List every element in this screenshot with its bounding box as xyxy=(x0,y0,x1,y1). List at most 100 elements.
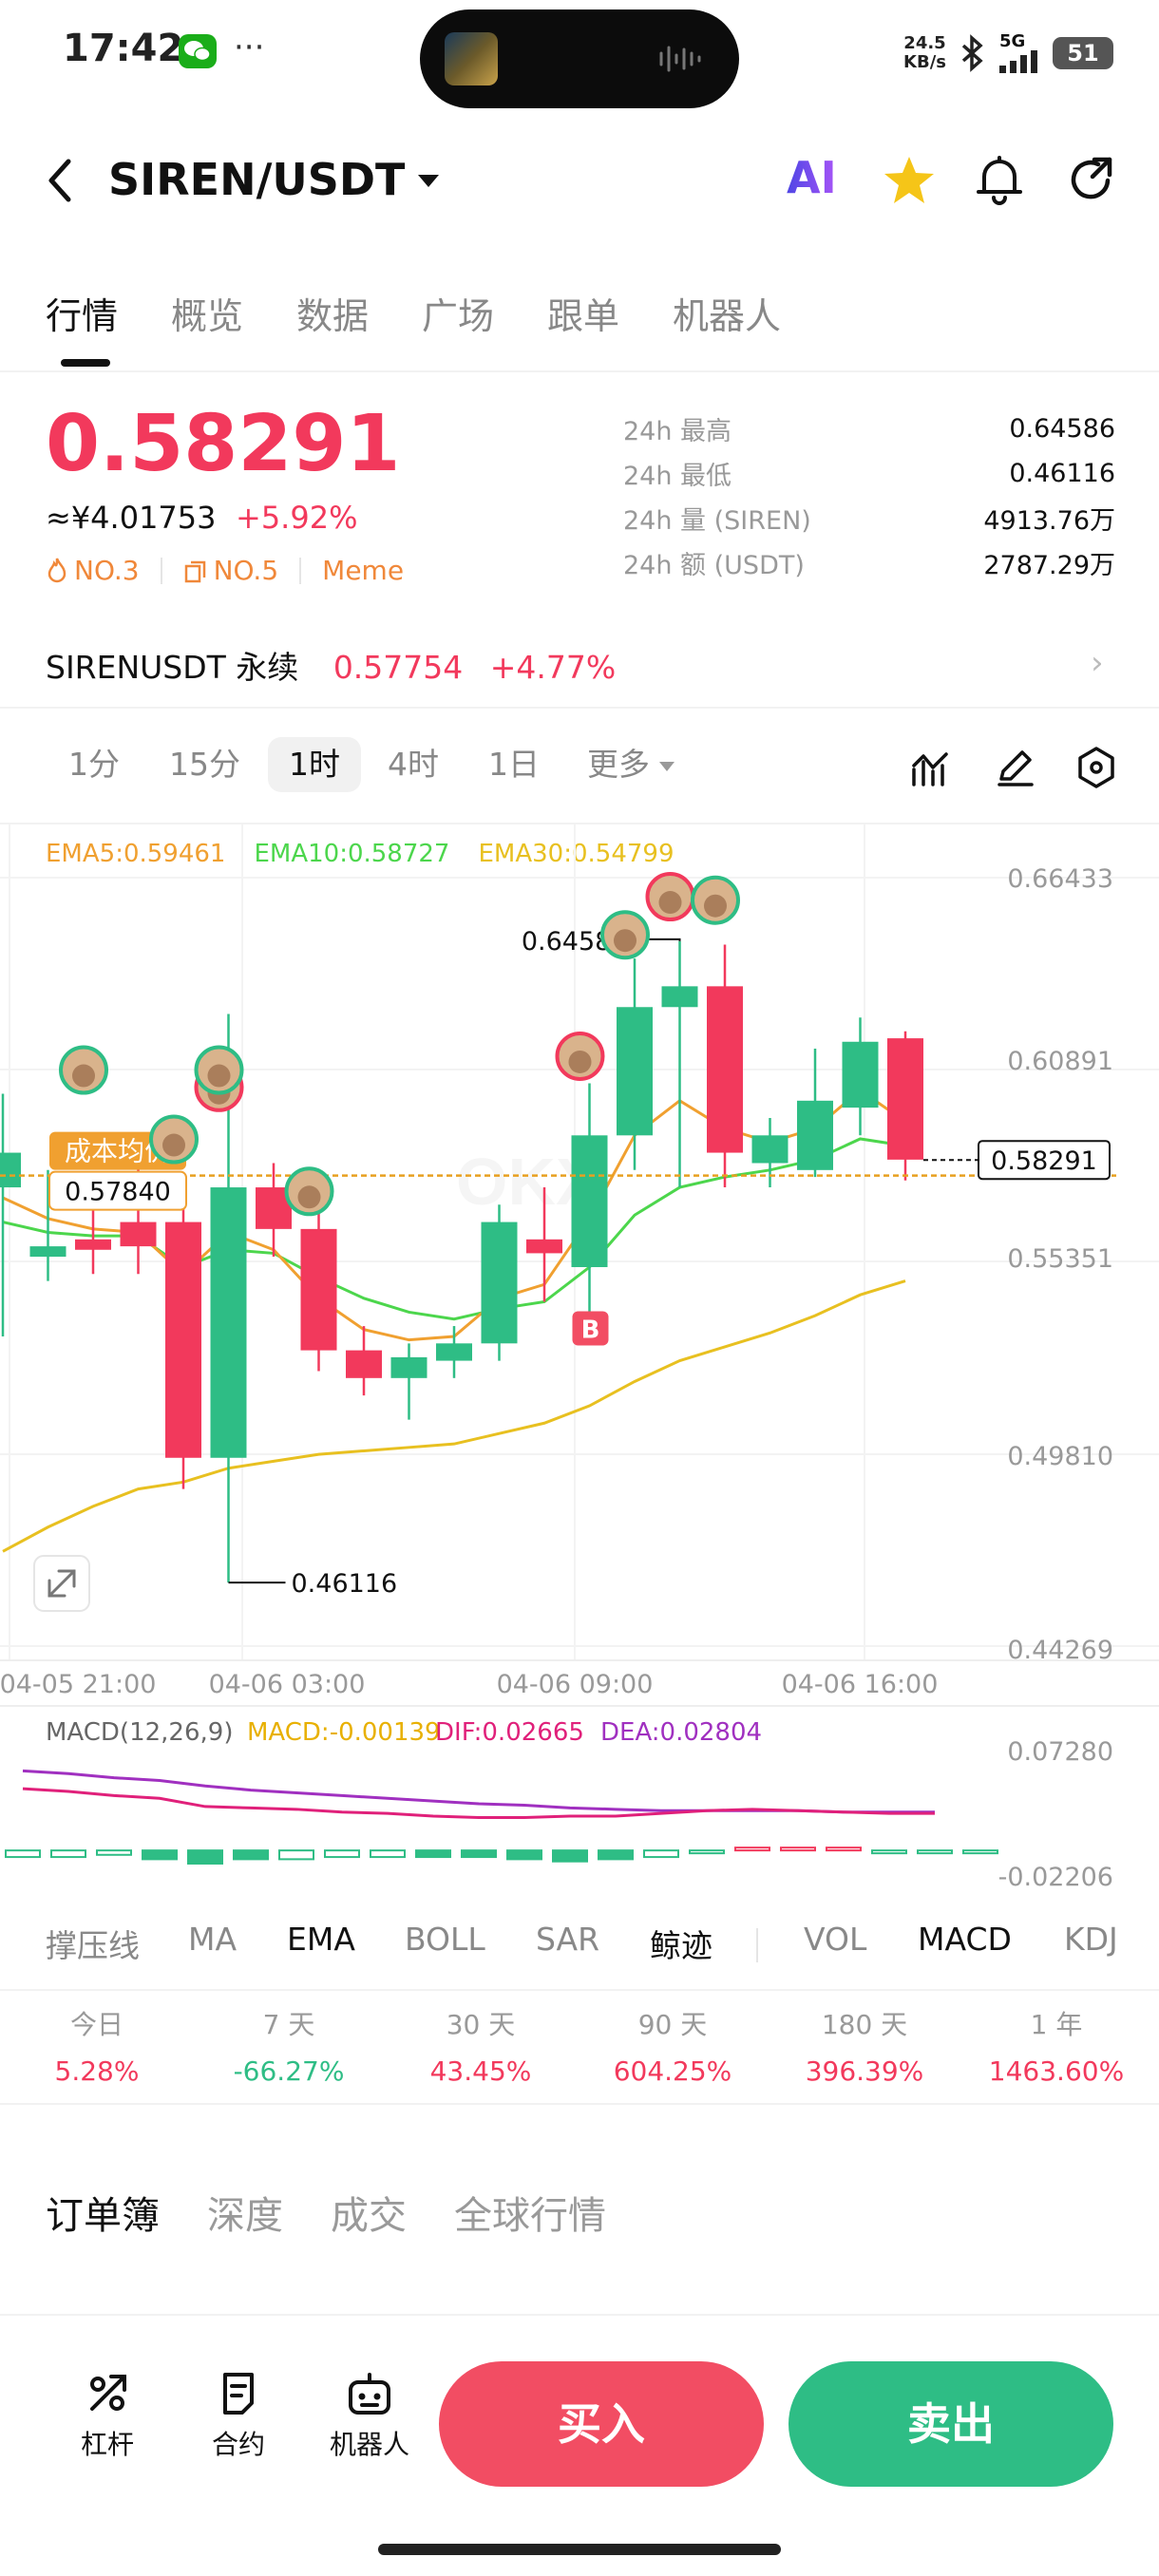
whale-avatar-face xyxy=(614,929,636,953)
buy-button[interactable]: 买入 xyxy=(439,2361,764,2487)
audio-wave-icon xyxy=(659,46,701,72)
ema30-line xyxy=(2,1279,906,1553)
album-art-icon xyxy=(445,32,498,85)
interval-more[interactable]: 更多 xyxy=(587,737,674,792)
indicator-whale[interactable]: 鲸迹 xyxy=(650,1921,712,1966)
chevron-right-icon[interactable]: › xyxy=(1091,644,1104,682)
macd-bar xyxy=(370,1849,406,1859)
interval-1h[interactable]: 1时 xyxy=(268,737,361,792)
active-tab-indicator xyxy=(61,359,110,367)
home-indicator xyxy=(378,2544,781,2555)
ai-assistant-button[interactable]: AI xyxy=(787,152,837,203)
whale-avatar-face xyxy=(568,1050,592,1073)
divider xyxy=(756,1928,758,1962)
more-notifications-icon: ··· xyxy=(234,28,265,66)
candle-body xyxy=(526,1239,562,1254)
tab-market[interactable]: 行情 xyxy=(46,287,118,339)
tab-trades[interactable]: 成交 xyxy=(331,2185,407,2240)
current-price-label: 0.58291 xyxy=(991,1146,1097,1176)
tab-copy-trading[interactable]: 跟单 xyxy=(547,287,619,339)
candle-body xyxy=(300,1228,337,1351)
sector-rank[interactable]: NO.5 xyxy=(183,555,278,586)
stat-high: 24h 最高 0.64586 xyxy=(623,414,1115,446)
performance-row: 今日 5.28% 7 天 -66.27% 30 天 43.45% 90 天 604.25… xyxy=(0,2004,1159,2092)
favorite-star-icon[interactable] xyxy=(882,154,937,207)
candle-body xyxy=(390,1356,428,1378)
contract-button[interactable]: 合约 xyxy=(186,2371,291,2462)
tab-bots[interactable]: 机器人 xyxy=(673,287,781,339)
tab-square[interactable]: 广场 xyxy=(422,287,494,339)
macd-bar xyxy=(324,1849,360,1859)
bottom-action-bar: 杠杆 合约 机器人 买入 卖出 xyxy=(0,2318,1159,2508)
pair-title[interactable]: SIREN/USDT xyxy=(108,154,405,205)
category-tag[interactable]: Meme xyxy=(322,555,404,586)
candle-body xyxy=(0,1152,21,1188)
robot-icon xyxy=(349,2373,390,2415)
candle-body xyxy=(120,1222,157,1247)
macd-bar xyxy=(415,1849,451,1859)
indicator-chart-icon[interactable] xyxy=(910,747,952,788)
tab-depth[interactable]: 深度 xyxy=(207,2185,283,2240)
macd-bar xyxy=(552,1849,588,1863)
pair-header: SIREN/USDT AI xyxy=(0,133,1159,228)
battery-icon: 51 xyxy=(1053,37,1113,69)
tab-overview[interactable]: 概览 xyxy=(171,287,243,339)
buy-marker: B xyxy=(581,1316,600,1345)
share-icon[interactable] xyxy=(1066,154,1117,207)
indicator-boll[interactable]: BOLL xyxy=(405,1921,485,1958)
indicator-kdj[interactable]: KDJ xyxy=(1064,1921,1121,1958)
tab-data[interactable]: 数据 xyxy=(296,287,369,339)
macd-bar xyxy=(96,1849,132,1856)
macd-bar xyxy=(962,1849,998,1855)
interval-1d[interactable]: 1日 xyxy=(488,737,540,792)
settings-hexagon-icon[interactable] xyxy=(1075,745,1117,790)
whale-avatar-face xyxy=(72,1064,95,1088)
perf-90d: 90 天 604.25% xyxy=(613,2009,732,2087)
rank-badges: NO.3 NO.5 Meme xyxy=(46,555,404,586)
stat-low: 24h 最低 0.46116 xyxy=(623,459,1115,491)
macd-bar xyxy=(780,1847,816,1852)
back-arrow-icon[interactable] xyxy=(42,154,80,207)
sell-button[interactable]: 卖出 xyxy=(788,2361,1113,2487)
main-tabs: 行情 概览 数据 广场 跟单 机器人 xyxy=(0,275,1159,370)
tab-orderbook[interactable]: 订单簿 xyxy=(46,2185,160,2240)
draw-pen-icon[interactable] xyxy=(994,747,1036,788)
hot-rank[interactable]: NO.3 xyxy=(46,555,140,586)
price-chart[interactable]: OKX 成本均价0.578400.582910.645860.46116B 0.… xyxy=(0,824,1159,1898)
perf-1y: 1 年 1463.60% xyxy=(988,2009,1125,2087)
low-label: 0.46116 xyxy=(292,1569,398,1599)
macd-axis-label: 0.07280 xyxy=(1007,1737,1113,1767)
whale-avatar-face xyxy=(162,1133,185,1157)
stat-volume: 24h 量 (SIREN) 4913.76万 xyxy=(623,506,1115,536)
tab-global-market[interactable]: 全球行情 xyxy=(454,2185,606,2240)
interval-15m[interactable]: 15分 xyxy=(169,737,240,792)
interval-1m[interactable]: 1分 xyxy=(68,737,120,792)
cellular-signal-icon: 5G xyxy=(999,33,1041,73)
divider xyxy=(0,1989,1159,1991)
perpetual-row[interactable]: SIRENUSDT 永续 0.57754 +4.77% xyxy=(46,642,616,688)
bell-icon[interactable] xyxy=(975,154,1024,207)
macd-bar xyxy=(826,1847,862,1852)
indicator-vol[interactable]: VOL xyxy=(804,1921,866,1958)
pair-dropdown-icon[interactable] xyxy=(418,175,439,187)
indicator-macd[interactable]: MACD xyxy=(918,1921,1012,1958)
indicator-ema[interactable]: EMA xyxy=(287,1921,355,1958)
divider xyxy=(0,2314,1159,2316)
bluetooth-icon xyxy=(961,34,983,72)
indicator-sar[interactable]: SAR xyxy=(536,1921,599,1958)
perf-7d: 7 天 -66.27% xyxy=(233,2009,345,2087)
candle-body xyxy=(797,1100,833,1170)
macd-bar xyxy=(643,1849,679,1859)
candle-body xyxy=(165,1222,201,1458)
bot-button[interactable]: 机器人 xyxy=(317,2371,422,2462)
time-axis-label: 04-06 03:00 xyxy=(209,1670,366,1699)
price-axis-label: 0.44269 xyxy=(1007,1636,1113,1665)
orderbook-tabs: 订单簿 深度 成交 全球行情 xyxy=(46,2185,606,2240)
price-axis-label: 0.66433 xyxy=(1007,864,1113,894)
leverage-button[interactable]: 杠杆 xyxy=(55,2371,160,2462)
indicator-ma[interactable]: MA xyxy=(188,1921,237,1958)
indicator-support-resistance[interactable]: 撑压线 xyxy=(46,1921,140,1966)
macd-bar xyxy=(506,1849,542,1861)
interval-4h[interactable]: 4时 xyxy=(388,737,439,792)
status-bar: 17:42 ··· 24.5 KB/s 5G 51 xyxy=(0,0,1159,108)
